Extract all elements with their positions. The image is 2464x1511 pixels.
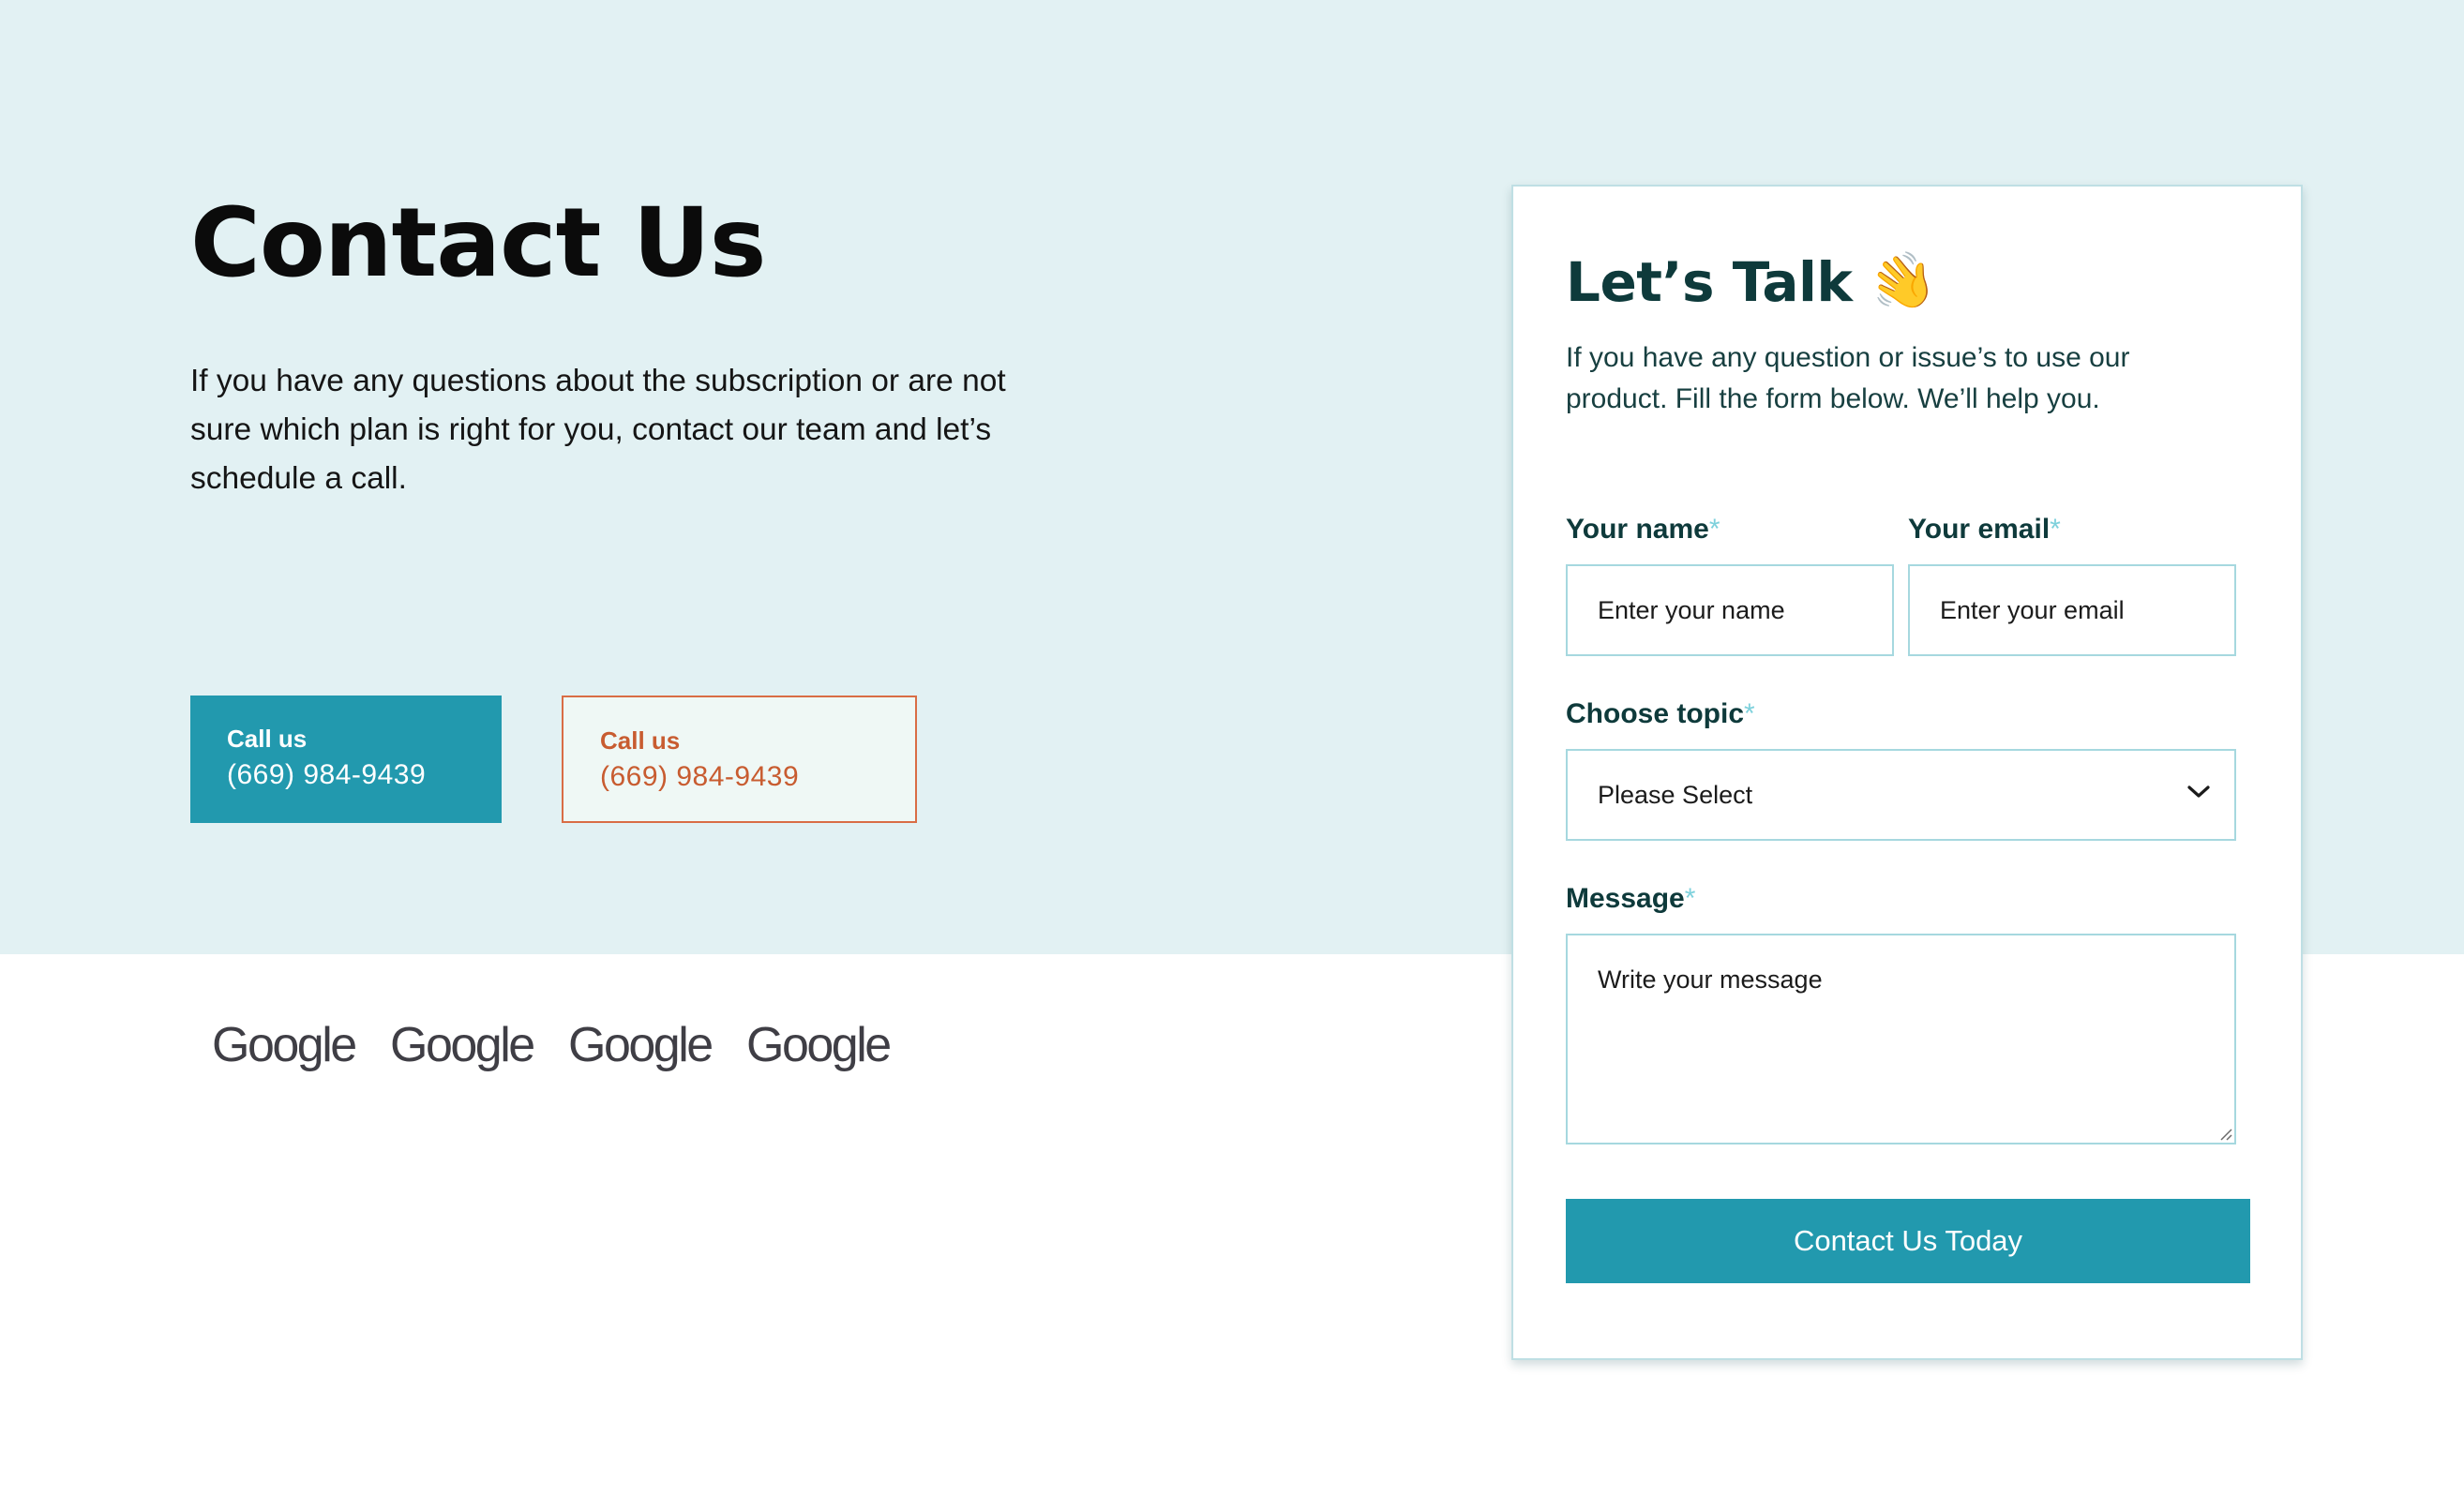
name-label: Your name* — [1566, 511, 1720, 548]
form-description: If you have any question or issue’s to u… — [1566, 342, 2130, 414]
page-title: Contact Us — [190, 187, 766, 299]
waving-hand-icon: 👋 — [1861, 242, 1944, 322]
name-input[interactable] — [1566, 564, 1894, 656]
email-label: Your email* — [1908, 511, 2061, 548]
form-title: Let’s Talk 👋 — [1566, 243, 1944, 322]
topic-selected-value: Please Select — [1598, 780, 1753, 809]
email-input[interactable] — [1908, 564, 2236, 656]
call-us-phone: (669) 984-9439 — [600, 761, 800, 792]
hero-description: If you have any questions about the subs… — [190, 364, 1006, 496]
google-logo: Google — [746, 1018, 892, 1072]
google-logo: Google — [390, 1018, 535, 1072]
contact-us-today-button[interactable]: Contact Us Today — [1566, 1199, 2250, 1283]
required-marker: * — [1684, 883, 1696, 914]
topic-label-text: Choose topic — [1566, 698, 1745, 729]
resize-handle-icon[interactable] — [2218, 1127, 2233, 1142]
topic-select[interactable]: Please Select — [1566, 749, 2236, 841]
chevron-down-icon — [2187, 785, 2210, 798]
call-us-label: Call us — [600, 726, 681, 755]
contact-form-card: Let’s Talk 👋 If you have any question or… — [1511, 185, 2303, 1360]
required-marker: * — [1744, 698, 1755, 729]
call-us-phone: (669) 984-9439 — [227, 759, 427, 790]
form-title-text: Let’s Talk — [1566, 250, 1853, 314]
call-us-label: Call us — [227, 725, 308, 753]
topic-label: Choose topic* — [1566, 696, 1755, 733]
google-logo: Google — [212, 1018, 357, 1072]
required-marker: * — [2050, 514, 2061, 545]
required-marker: * — [1708, 514, 1720, 545]
message-label: Message* — [1566, 880, 1695, 918]
partner-logos: Google Google Google Google — [212, 1012, 924, 1078]
call-us-button-primary[interactable]: Call us (669) 984-9439 — [190, 696, 502, 823]
message-textarea[interactable] — [1566, 934, 2236, 1144]
google-logo: Google — [568, 1018, 714, 1072]
message-label-text: Message — [1566, 883, 1685, 914]
name-label-text: Your name — [1566, 514, 1709, 545]
email-label-text: Your email — [1908, 514, 2051, 545]
call-us-button-secondary[interactable]: Call us (669) 984-9439 — [562, 696, 917, 823]
